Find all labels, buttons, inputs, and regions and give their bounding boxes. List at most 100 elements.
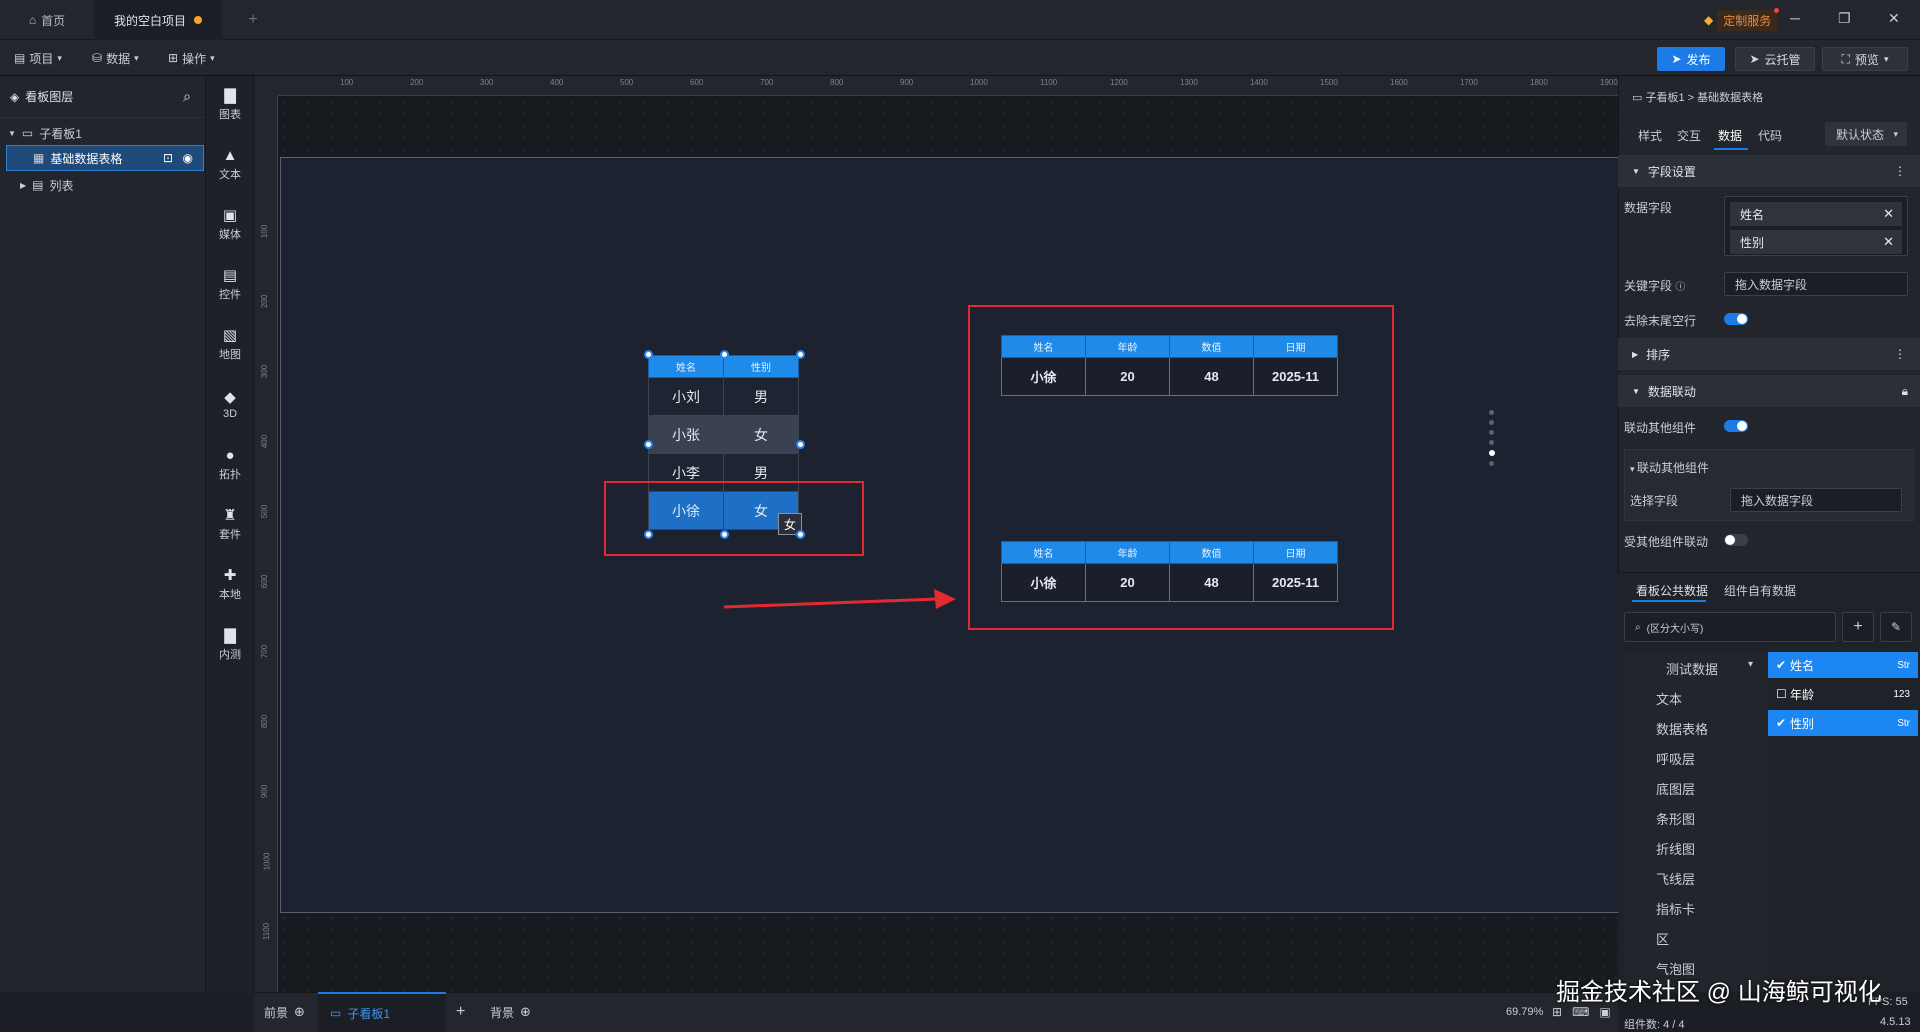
table-row[interactable]: 小徐 20 48 2025-11 bbox=[1001, 357, 1338, 396]
category-item[interactable]: 数据表格 bbox=[1656, 719, 1708, 738]
data-field-item[interactable]: ✔ 姓名 Str bbox=[1768, 652, 1918, 678]
result-table-bottom[interactable]: 姓名 年龄 数值 日期 小徐 20 48 2025-11 bbox=[1001, 541, 1338, 602]
table-row[interactable]: 小刘 男 bbox=[648, 377, 799, 416]
tab-component-own-data[interactable]: 组件自有数据 bbox=[1724, 582, 1796, 599]
state-select[interactable]: 默认状态 ▾ bbox=[1825, 122, 1907, 146]
resize-handle[interactable] bbox=[720, 350, 729, 359]
publish-button[interactable]: ➤ 发布 bbox=[1657, 47, 1725, 71]
resize-handle[interactable] bbox=[796, 440, 805, 449]
search-icon[interactable]: ⌕ bbox=[183, 88, 191, 105]
edit-data-button[interactable]: ✎ bbox=[1880, 612, 1912, 642]
key-field-dropzone[interactable]: 拖入数据字段 bbox=[1724, 272, 1908, 296]
tree-item-list[interactable]: ▶ ▤ 列表 bbox=[0, 172, 206, 198]
minimize-button[interactable]: ─ bbox=[1790, 10, 1800, 26]
tool-chart[interactable]: ▇ 图表 bbox=[206, 80, 254, 130]
section-data-link[interactable]: ▼ 数据联动 🔒︎ bbox=[1618, 375, 1920, 407]
resize-handle[interactable] bbox=[644, 350, 653, 359]
add-board-button[interactable]: + bbox=[456, 992, 465, 1032]
category-item[interactable]: 指标卡 bbox=[1656, 899, 1695, 918]
lock-icon[interactable]: 🔒︎ bbox=[1902, 384, 1908, 399]
tree-item-sub-board[interactable]: ▼ ▭ 子看板1 bbox=[0, 120, 206, 146]
tool-local[interactable]: ✚ 本地 bbox=[206, 560, 254, 610]
resize-handle[interactable] bbox=[796, 350, 805, 359]
tab-project[interactable]: 我的空白项目 bbox=[94, 0, 222, 40]
tree-item-basic-table[interactable]: ▦ 基础数据表格 ⊡ ◉ bbox=[6, 145, 204, 171]
page-dot[interactable] bbox=[1489, 410, 1494, 415]
tool-beta[interactable]: ▇ 内测 bbox=[206, 620, 254, 670]
field-chip[interactable]: 性别 ✕ bbox=[1730, 230, 1902, 254]
restore-button[interactable]: ❐ bbox=[1838, 10, 1851, 27]
close-icon[interactable]: ✕ bbox=[1883, 234, 1894, 250]
cloud-host-button[interactable]: ➤ 云托管 bbox=[1735, 47, 1815, 71]
tab-code[interactable]: 代码 bbox=[1758, 127, 1782, 144]
tool-media[interactable]: ▣ 媒体 bbox=[206, 200, 254, 250]
add-circle-icon[interactable]: ⊕ bbox=[520, 1004, 531, 1020]
data-field-item[interactable]: ✔ 性别 Str bbox=[1768, 710, 1918, 736]
table-row[interactable]: 小张 女 bbox=[648, 415, 799, 454]
table-row[interactable]: 小徐 20 48 2025-11 bbox=[1001, 563, 1338, 602]
tool-control[interactable]: ▤ 控件 bbox=[206, 260, 254, 310]
close-icon[interactable]: ✕ bbox=[1883, 206, 1894, 222]
tab-background[interactable]: 背景 ⊕ bbox=[490, 992, 531, 1032]
category-item[interactable]: 区 bbox=[1656, 929, 1669, 948]
category-item[interactable]: 折线图 bbox=[1656, 839, 1695, 858]
more-icon[interactable]: ⋮ bbox=[1894, 347, 1906, 361]
page-dot[interactable] bbox=[1489, 430, 1494, 435]
more-icon[interactable]: ⋮ bbox=[1894, 164, 1906, 178]
tab-data[interactable]: 数据 bbox=[1718, 127, 1742, 144]
tab-board-public-data[interactable]: 看板公共数据 bbox=[1636, 582, 1708, 599]
category-item[interactable]: 飞线层 bbox=[1656, 869, 1695, 888]
page-indicator[interactable] bbox=[1489, 410, 1495, 466]
menu-data-label: 数据 bbox=[106, 51, 131, 66]
tool-3d[interactable]: ◆ 3D bbox=[206, 380, 254, 430]
category-item[interactable]: 文本 bbox=[1656, 689, 1682, 708]
page-dot[interactable] bbox=[1489, 440, 1494, 445]
dataset-test-data[interactable]: 测试数据 bbox=[1666, 659, 1718, 678]
tool-text[interactable]: ▲ 文本 bbox=[206, 140, 254, 190]
terminal-icon[interactable]: ▣ bbox=[1599, 1005, 1610, 1019]
keyboard-icon[interactable]: ⌨ bbox=[1572, 1005, 1589, 1019]
menu-operate[interactable]: ⊞ 操作 ▾ bbox=[168, 40, 215, 76]
trim-empty-toggle[interactable] bbox=[1724, 313, 1748, 325]
category-item[interactable]: 底图层 bbox=[1656, 779, 1695, 798]
help-icon[interactable]: ⓘ bbox=[1675, 282, 1685, 293]
menu-project[interactable]: ▤ 项目 ▾ bbox=[14, 40, 62, 76]
new-tab-button[interactable]: + bbox=[242, 0, 264, 40]
tab-sub-board[interactable]: ▭ 子看板1 bbox=[318, 992, 446, 1032]
sub-board-canvas[interactable] bbox=[280, 157, 1618, 913]
custom-service[interactable]: ◆ 定制服务 bbox=[1704, 7, 1780, 31]
menu-data[interactable]: ⛁ 数据 ▾ bbox=[92, 40, 139, 76]
category-item[interactable]: 呼吸层 bbox=[1656, 749, 1695, 768]
tab-foreground[interactable]: 前景 ⊕ bbox=[264, 992, 305, 1032]
page-dot[interactable] bbox=[1489, 420, 1494, 425]
category-item[interactable]: 条形图 bbox=[1656, 809, 1695, 828]
section-sort[interactable]: ▶ 排序 ⋮ bbox=[1618, 338, 1920, 370]
eye-icon[interactable]: ◉ bbox=[183, 151, 193, 165]
tab-style[interactable]: 样式 bbox=[1638, 127, 1662, 144]
data-search-input[interactable]: ⌕ (区分大小写) bbox=[1624, 612, 1836, 642]
link-other-toggle[interactable] bbox=[1724, 420, 1748, 432]
tool-map[interactable]: ▧ 地图 bbox=[206, 320, 254, 370]
field-chip[interactable]: 姓名 ✕ bbox=[1730, 202, 1902, 226]
page-dot[interactable] bbox=[1489, 461, 1494, 466]
resize-handle[interactable] bbox=[644, 440, 653, 449]
close-button[interactable]: ✕ bbox=[1888, 10, 1900, 27]
preview-button[interactable]: ⛶ 预览 ▾ bbox=[1822, 47, 1908, 71]
tool-suite[interactable]: ♜ 套件 bbox=[206, 500, 254, 550]
linked-by-toggle[interactable] bbox=[1724, 534, 1748, 546]
add-data-button[interactable]: + bbox=[1842, 612, 1874, 642]
tab-interaction[interactable]: 交互 bbox=[1677, 127, 1701, 144]
unlock-icon[interactable]: ⊡ bbox=[163, 151, 173, 165]
add-circle-icon[interactable]: ⊕ bbox=[294, 1004, 305, 1020]
tab-home[interactable]: ⌂ 首页 bbox=[0, 0, 94, 40]
fit-screen-icon[interactable]: ⊞ bbox=[1552, 1005, 1562, 1019]
sub-link-other-header[interactable]: ▾ 联动其他组件 bbox=[1630, 459, 1709, 476]
checkbox-icon[interactable]: ☐ bbox=[1776, 687, 1787, 701]
section-field-settings[interactable]: ▼ 字段设置 ⋮ bbox=[1618, 155, 1920, 187]
result-table-top[interactable]: 姓名 年龄 数值 日期 小徐 20 48 2025-11 bbox=[1001, 335, 1338, 396]
page-dot-active[interactable] bbox=[1489, 450, 1495, 456]
zoom-level[interactable]: 69.79% bbox=[1506, 992, 1543, 1032]
tool-topology[interactable]: ● 拓扑 bbox=[206, 440, 254, 490]
data-field-item[interactable]: ☐ 年龄 123 bbox=[1768, 681, 1918, 707]
select-field-dropzone[interactable]: 拖入数据字段 bbox=[1730, 488, 1902, 512]
